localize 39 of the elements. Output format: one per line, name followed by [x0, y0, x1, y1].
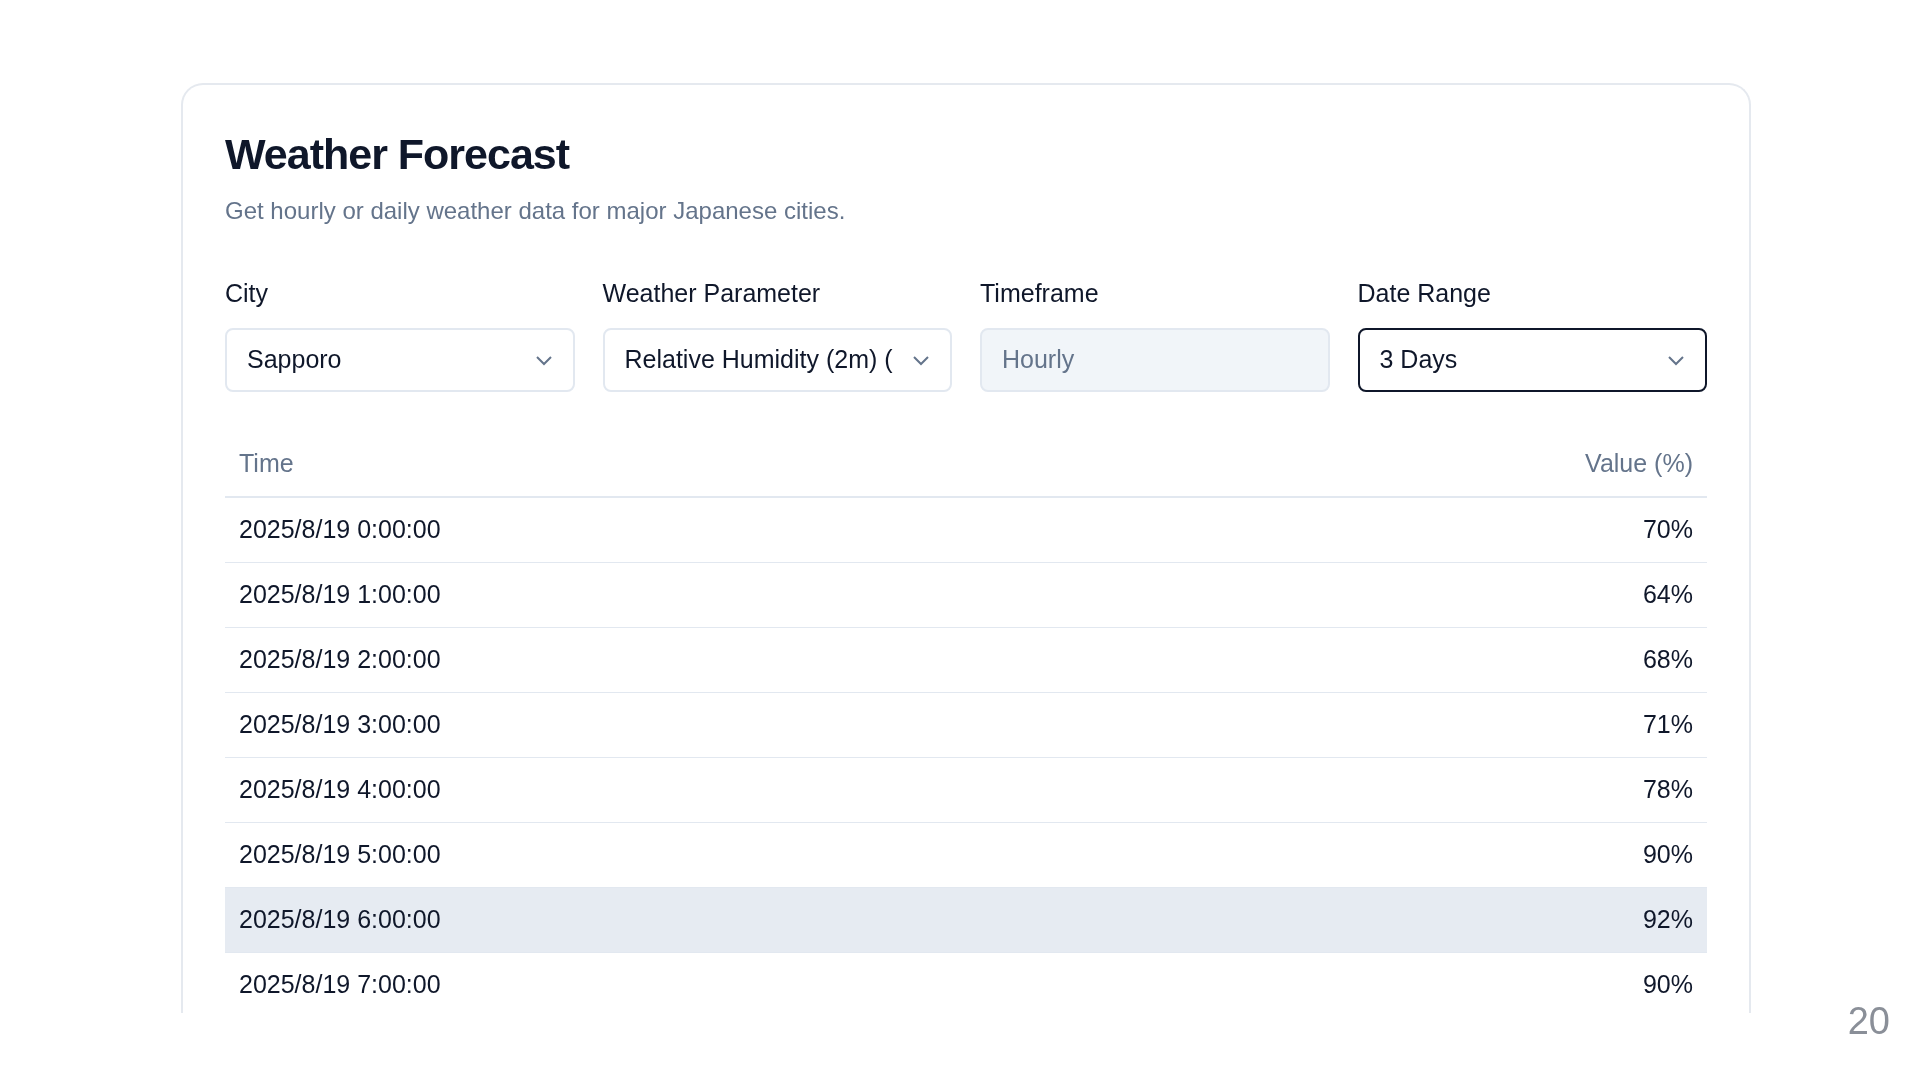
- time-cell-text: 2025/8/19 0:00:00: [239, 514, 441, 546]
- chevron-down-icon: [1667, 354, 1685, 366]
- dropdown[interactable]: 3 Days: [1357, 328, 1707, 393]
- time-cell-text: 2025/8/19 5:00:00: [239, 839, 441, 871]
- time-cell-text: 2025/8/19 3:00:00: [239, 709, 441, 741]
- field-label: City: [225, 277, 270, 309]
- page-number: 20: [1847, 999, 1890, 1044]
- table-row[interactable]: 2025/8/19 1:00:00 64%: [225, 563, 1707, 629]
- time-cell-text: 2025/8/19 7:00:00: [239, 969, 441, 1001]
- table-row[interactable]: 2025/8/19 4:00:00 78%: [225, 758, 1707, 824]
- chevron-down-icon: [534, 354, 553, 366]
- field-label: Weather Parameter: [602, 277, 822, 309]
- field-label: Timeframe: [980, 277, 1100, 309]
- page-title: Weather Forecast: [225, 129, 571, 180]
- chevron-down-icon: [912, 354, 930, 366]
- value-cell-text: 90%: [1642, 839, 1693, 871]
- column-header: Value (%): [1585, 448, 1693, 480]
- value-cell-text: 71%: [1642, 709, 1693, 741]
- field-label: Date Range: [1357, 277, 1492, 309]
- page-subtitle: Get hourly or daily weather data for major Japanese cities.: [225, 195, 847, 226]
- table-row[interactable]: 2025/8/19 7:00:00 90%: [225, 953, 1707, 1013]
- time-cell-text: 2025/8/19 6:00:00: [239, 904, 441, 936]
- dropdown[interactable]: Relative Humidity (2m) (: [602, 328, 952, 393]
- input-field: Hourly: [980, 328, 1330, 393]
- time-cell-text: 2025/8/19 1:00:00: [239, 579, 441, 611]
- value-cell-text: 90%: [1642, 969, 1693, 1001]
- table-row[interactable]: 2025/8/19 2:00:00 68%: [225, 628, 1707, 694]
- time-cell-text: 2025/8/19 4:00:00: [239, 774, 441, 806]
- table-row[interactable]: 2025/8/19 6:00:00 92%: [225, 888, 1707, 954]
- value-cell-text: 70%: [1642, 514, 1693, 546]
- value-cell-text: 68%: [1642, 644, 1693, 676]
- time-cell-text: 2025/8/19 2:00:00: [239, 644, 441, 676]
- table-row[interactable]: 2025/8/19 3:00:00 71%: [225, 693, 1707, 759]
- value-cell-text: 64%: [1642, 579, 1693, 611]
- value-cell-text: 78%: [1642, 774, 1693, 806]
- value-cell-text: 92%: [1642, 904, 1693, 936]
- column-header: Time: [239, 448, 294, 480]
- dropdown[interactable]: Sapporo: [225, 328, 575, 393]
- table-row[interactable]: 2025/8/19 0:00:00 70%: [225, 498, 1707, 564]
